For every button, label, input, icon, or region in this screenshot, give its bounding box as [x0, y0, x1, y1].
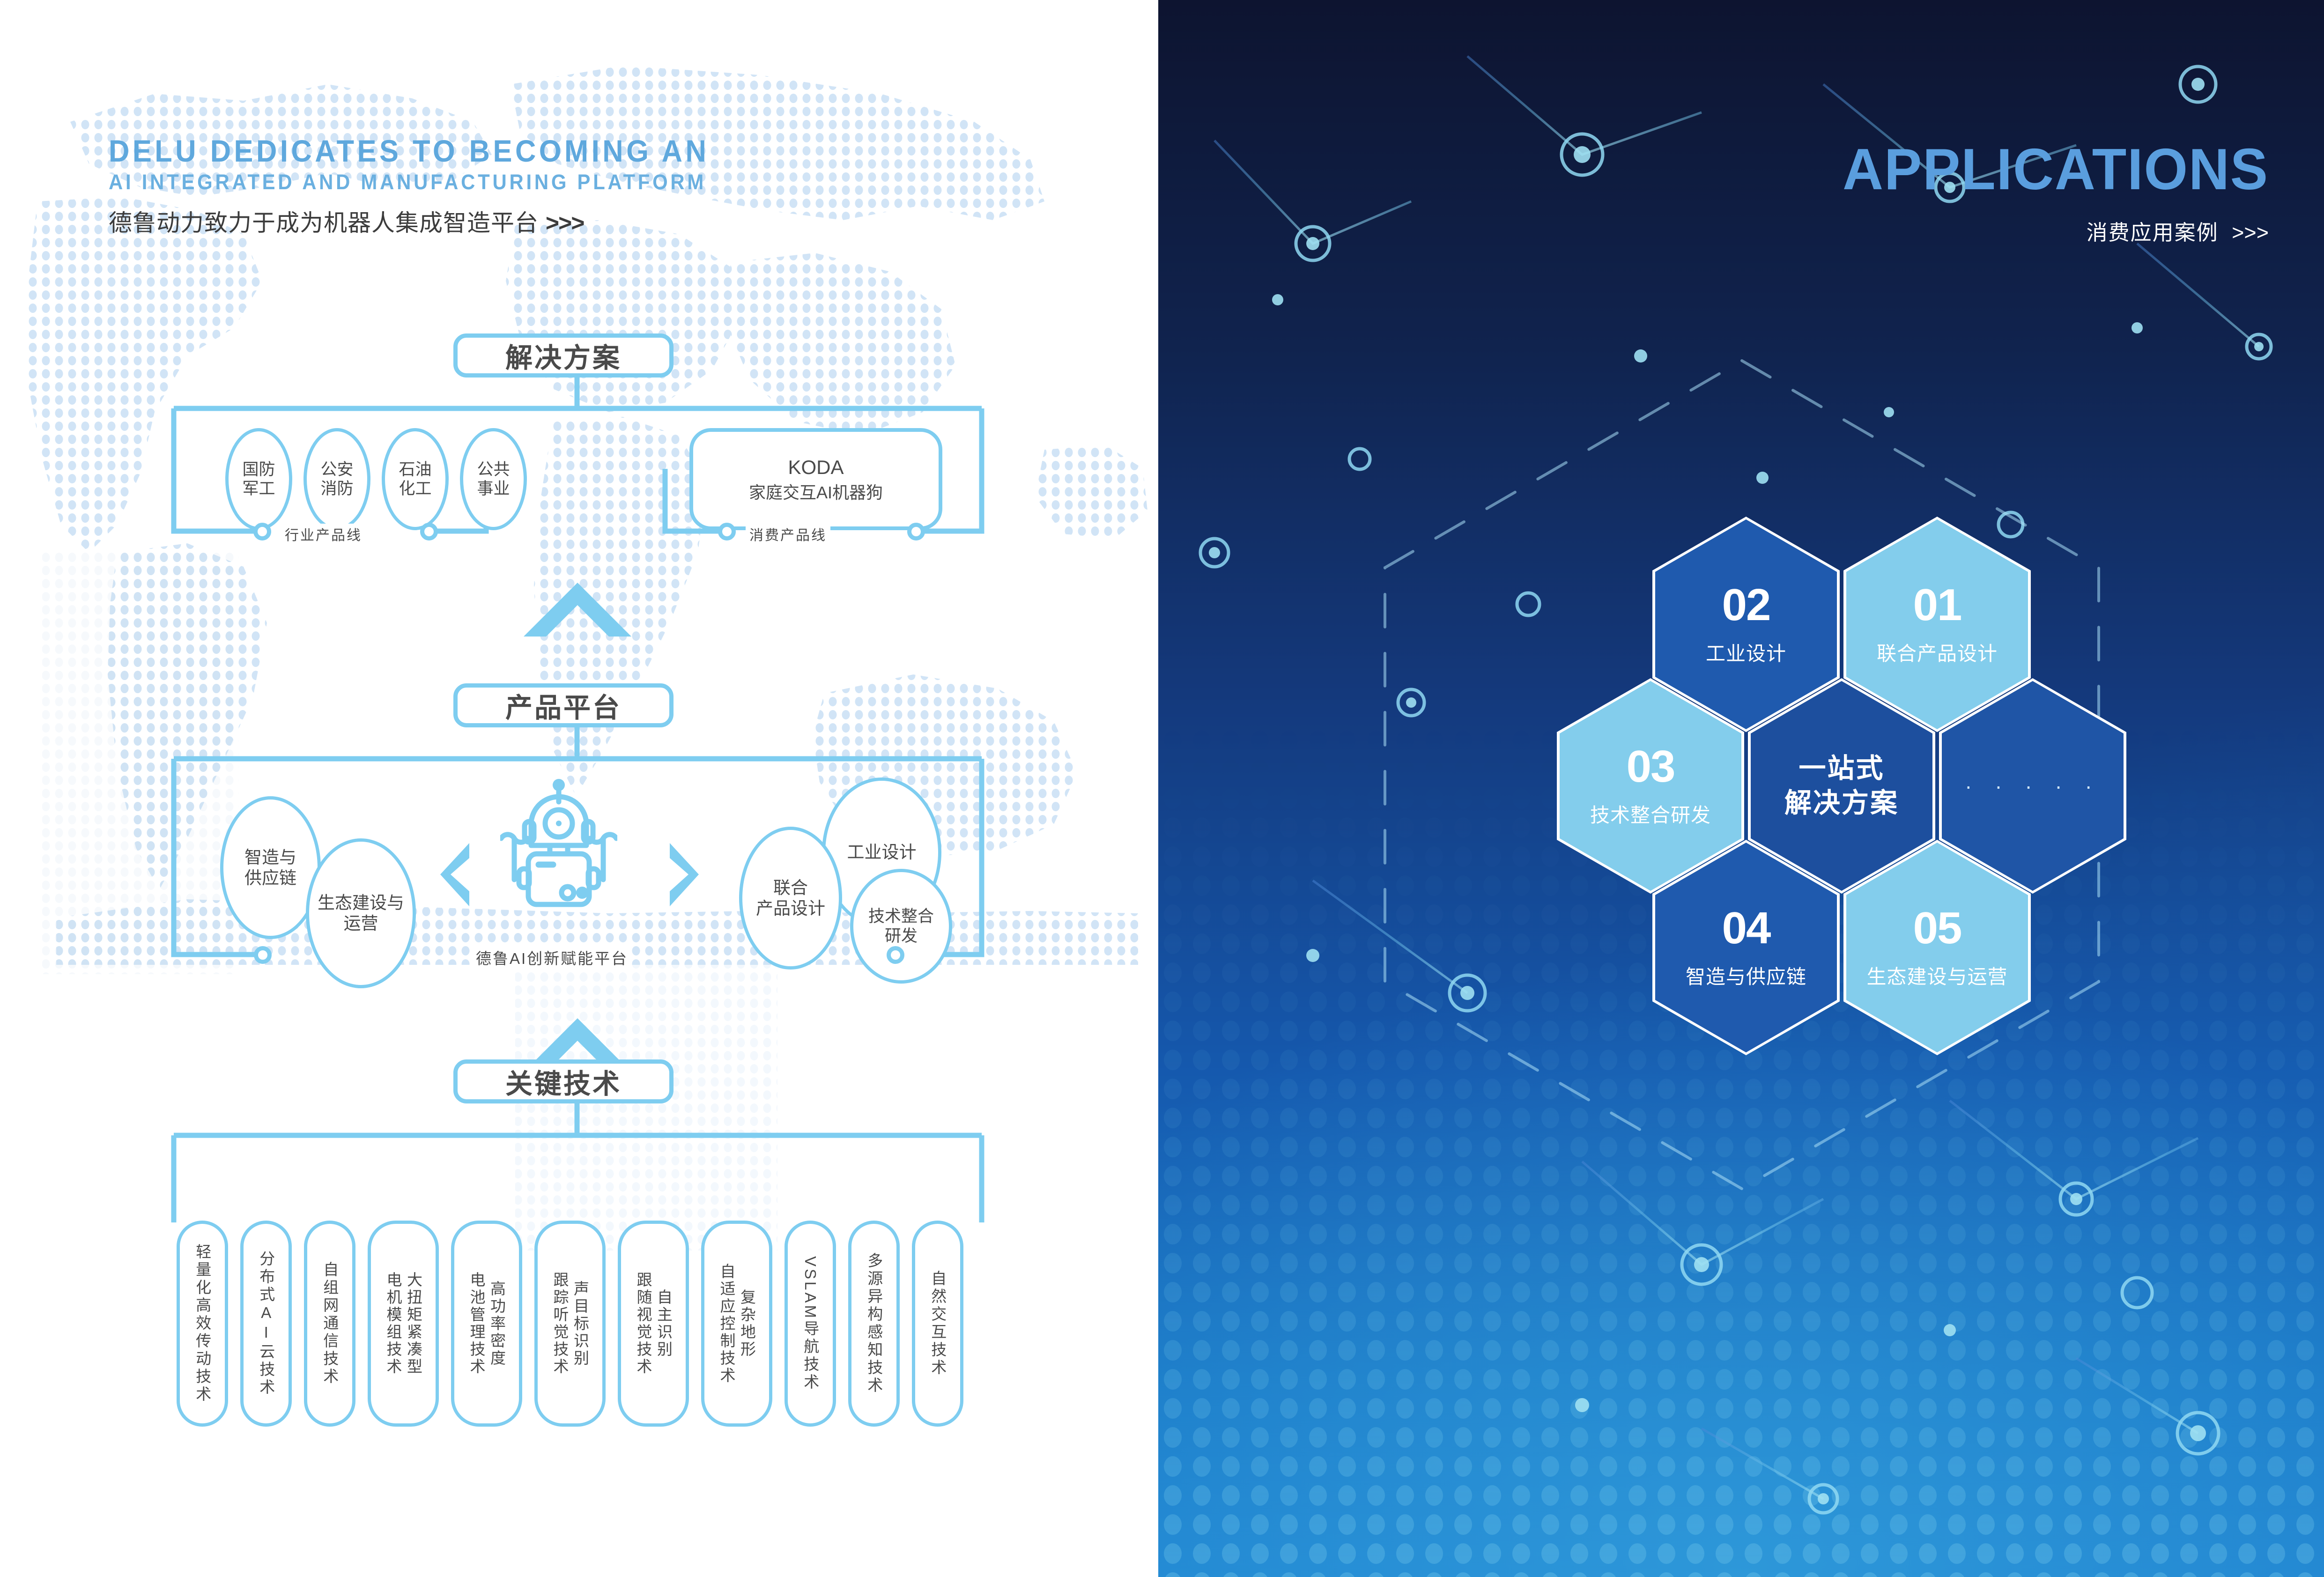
hexagon-label: 联合产品设计	[1876, 642, 1998, 665]
solution-industry-item-3[interactable]: 公共 事业	[460, 428, 527, 530]
key-tech-pill-0[interactable]: 轻量化高效传动技术	[177, 1221, 228, 1427]
key-tech-pill-1[interactable]: 分布式AI云技术	[240, 1221, 292, 1427]
center-hex-line1: 一站式	[1799, 753, 1885, 784]
key-tech-label: 分布式AI云技术	[257, 1251, 275, 1397]
rail-cap-industry-left	[253, 523, 271, 540]
hexagon-number: 02	[1722, 579, 1771, 630]
key-tech-label: 复杂地形 自适应控制技术	[718, 1263, 756, 1385]
hexagon-label: 生态建设与运营	[1866, 965, 2008, 988]
hexagon-number: 03	[1626, 741, 1676, 792]
key-tech-label: 声目标识别 跟踪听觉技术	[551, 1272, 589, 1376]
section-title-platform: 产品平台	[453, 683, 674, 727]
chevron-left-icon	[440, 843, 469, 906]
item-line2: 消防	[320, 480, 354, 498]
rail-label-consumer: 消费产品线	[746, 524, 830, 544]
solution-industry-item-0[interactable]: 国防 军工	[225, 428, 292, 530]
key-tech-pill-6[interactable]: 自主识别 跟随视觉技术	[618, 1221, 689, 1427]
rail-cap-industry-right	[420, 523, 438, 540]
item-line2: 运营	[343, 914, 378, 933]
solution-industry-item-1[interactable]: 公安 消防	[303, 428, 370, 530]
section-title-solution-label: 解决方案	[505, 343, 622, 373]
item-line1: 生态建设与	[318, 893, 404, 913]
section-title-platform-label: 产品平台	[505, 693, 622, 723]
right-panel: APPLICATIONS 消费应用案例 >>> 02 工业设计 01 联合产品设…	[1158, 0, 2324, 1577]
rail-cap-platform-right	[887, 946, 904, 964]
item-line1: 技术整合	[868, 907, 934, 926]
key-tech-label: 自主识别 跟随视觉技术	[635, 1272, 673, 1376]
applications-title: APPLICATIONS	[1843, 137, 2269, 202]
poster-root: DELU DEDICATES TO BECOMING AN AI INTEGRA…	[0, 0, 2324, 1577]
left-panel: DELU DEDICATES TO BECOMING AN AI INTEGRA…	[0, 0, 1158, 1577]
item-line1: 智造与	[244, 847, 296, 867]
key-tech-pill-7[interactable]: 复杂地形 自适应控制技术	[701, 1221, 772, 1427]
hexagon-label: 智造与供应链	[1685, 965, 1806, 988]
hexagon-label: 工业设计	[1705, 642, 1786, 665]
solution-consumer-item-0[interactable]: KODA 家庭交互AI机器狗	[689, 428, 942, 530]
key-tech-pill-3[interactable]: 大扭矩紧凑型 电机模组技术	[368, 1221, 439, 1427]
hexagon-number: 04	[1722, 903, 1771, 953]
chevron-right-icon	[670, 843, 699, 906]
section-title-key-tech: 关键技术	[453, 1059, 674, 1103]
key-tech-label: 高功率密度 电池管理技术	[468, 1272, 506, 1376]
applications-subtitle: 消费应用案例 >>>	[1829, 215, 2269, 246]
item-line2: 产品设计	[756, 898, 825, 918]
applications-arrows-icon: >>>	[2232, 221, 2269, 244]
key-tech-pill-2[interactable]: 自组网通信技术	[304, 1221, 355, 1427]
key-tech-pill-5[interactable]: 声目标识别 跟踪听觉技术	[534, 1221, 606, 1427]
center-hex-line2: 解决方案	[1784, 788, 1899, 818]
key-tech-label: 轻量化高效传动技术	[193, 1244, 211, 1404]
item-line1: 公共	[477, 460, 510, 479]
key-tech-label: 大扭矩紧凑型 电机模组技术	[385, 1272, 422, 1376]
item-line1: KODA	[788, 456, 844, 479]
key-tech-pill-4[interactable]: 高功率密度 电池管理技术	[451, 1221, 522, 1427]
rail-cap-platform-left	[254, 946, 272, 964]
item-line2: 化工	[399, 480, 432, 498]
more-dots-icon: · · · · ·	[1965, 774, 2101, 798]
rail-label-platform: 德鲁AI创新赋能平台	[472, 946, 632, 969]
item-line2: 事业	[477, 480, 510, 498]
hexagon-number: 01	[1913, 579, 1962, 630]
hexagon-label: 技术整合研发	[1590, 804, 1711, 826]
hexagon-number: 05	[1913, 903, 1962, 953]
chevron-up-icon-1	[524, 583, 631, 637]
rail-cap-consumer-left	[718, 523, 736, 540]
section-title-key-tech-label: 关键技术	[505, 1069, 622, 1099]
robot-icon	[500, 779, 617, 907]
item-line2: 研发	[884, 926, 918, 945]
key-tech-label: VSLAM导航技术	[801, 1256, 819, 1392]
key-tech-label: 多源异构感知技术	[865, 1252, 883, 1395]
key-tech-pill-9[interactable]: 多源异构感知技术	[848, 1221, 900, 1427]
item-line2: 家庭交互AI机器狗	[748, 482, 883, 502]
item-line1: 联合	[773, 878, 808, 897]
platform-right-item-2[interactable]: 技术整合 研发	[850, 869, 952, 984]
solution-industry-item-2[interactable]: 石油 化工	[382, 428, 449, 530]
item-line1: 公安	[320, 460, 354, 479]
item-line2: 军工	[242, 480, 275, 498]
rail-cap-consumer-right	[907, 523, 925, 540]
platform-right-item-1[interactable]: 联合 产品设计	[739, 827, 842, 970]
rail-label-industry: 行业产品线	[281, 524, 366, 544]
right-header: APPLICATIONS 消费应用案例 >>>	[1829, 141, 2269, 246]
platform-left-item-1[interactable]: 生态建设与 运营	[306, 838, 416, 988]
key-tech-pill-10[interactable]: 自然交互技术	[912, 1221, 963, 1427]
section-title-solution: 解决方案	[453, 333, 674, 378]
item-line2: 供应链	[244, 868, 296, 888]
item-line1: 石油	[399, 460, 432, 479]
key-tech-pill-8[interactable]: VSLAM导航技术	[785, 1221, 836, 1427]
item-line1: 工业设计	[847, 843, 917, 862]
key-tech-label: 自然交互技术	[929, 1270, 947, 1377]
applications-subtitle-text: 消费应用案例	[2086, 221, 2219, 244]
item-line1: 国防	[242, 460, 275, 479]
key-tech-label: 自组网通信技术	[321, 1261, 339, 1386]
